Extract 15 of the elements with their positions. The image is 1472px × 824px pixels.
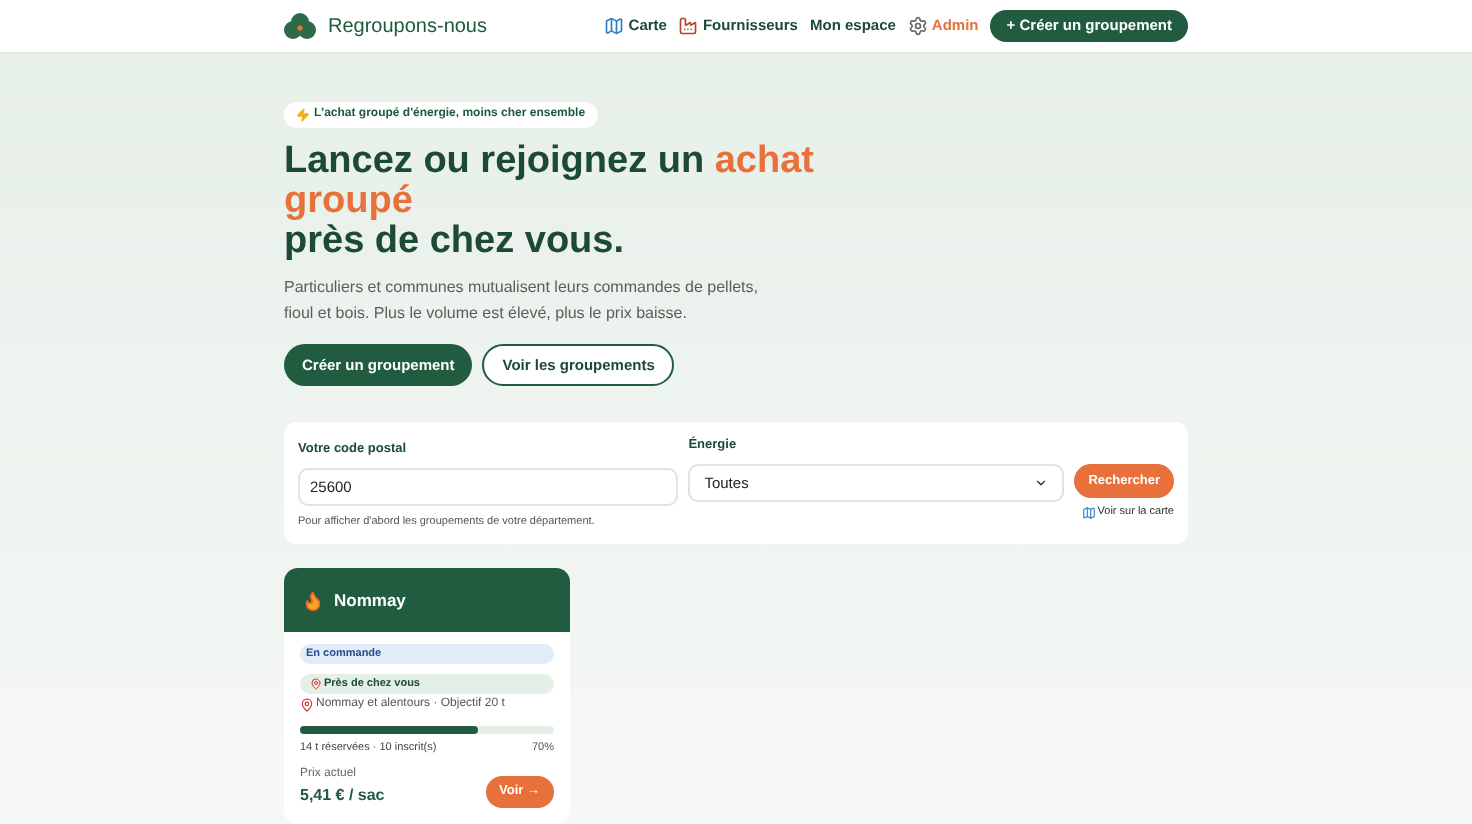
factory-icon (678, 16, 699, 36)
lightning-icon (296, 108, 310, 122)
flame-icon (302, 589, 324, 611)
group-name: Nommay (334, 587, 406, 613)
brand-name: Regroupons-nous (328, 13, 487, 41)
map-icon (1081, 505, 1096, 520)
pin-icon (300, 698, 314, 712)
logo-icon (284, 12, 316, 40)
hero-title: Lancez ou rejoignez un achat groupé près de chez vous. (284, 142, 816, 262)
gear-icon (907, 16, 928, 36)
pin-icon (310, 678, 322, 690)
hero-description: Particuliers et communes mutualisent leurs commandes de pellets, fioul et bois. Plus le volume est élevé, plus le prix baisse. (284, 276, 760, 326)
price-value: 5,41 € / sac (300, 784, 385, 809)
map-icon (604, 16, 625, 36)
chevron-icon (1034, 475, 1049, 490)
